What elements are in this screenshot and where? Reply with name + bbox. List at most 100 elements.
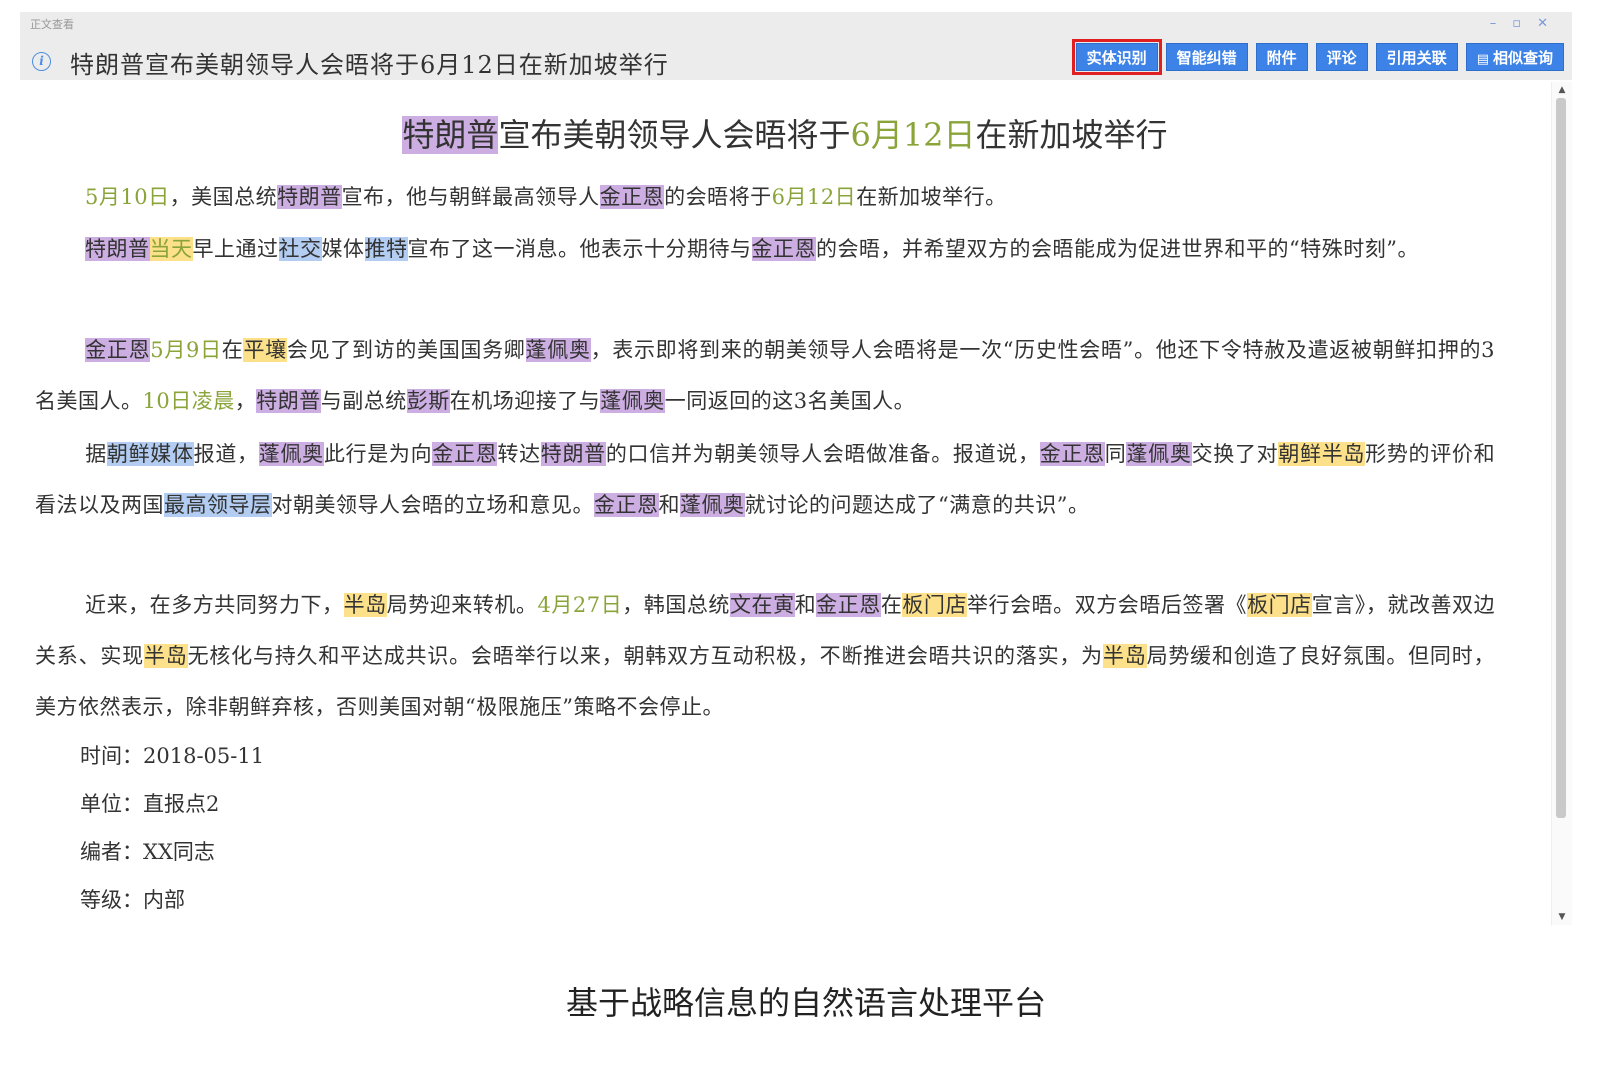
- entity-person[interactable]: 金正恩: [751, 237, 816, 261]
- article-title: 特朗普宣布美朝领导人会晤将于6月12日在新加坡举行: [20, 110, 1550, 156]
- smart-correction-button[interactable]: 智能纠错: [1165, 43, 1248, 71]
- entity-time[interactable]: 6月12日: [772, 185, 857, 209]
- entity-person[interactable]: 特朗普: [277, 185, 342, 209]
- text-segment: 在: [221, 338, 244, 362]
- entity-person[interactable]: 金正恩: [599, 185, 665, 209]
- entity-person[interactable]: 文在寅: [729, 593, 795, 617]
- entity-person[interactable]: 特朗普: [540, 442, 606, 466]
- text-segment: 此行是为向: [323, 442, 433, 466]
- citation-links-button[interactable]: 引用关联: [1375, 43, 1458, 71]
- figure-caption: 基于战略信息的自然语言处理平台: [565, 984, 1046, 1022]
- paragraph-5: 近来，在多方共同努力下，半岛局势迎来转机。4月27日，韩国总统文在寅和金正恩在板…: [35, 580, 1495, 733]
- title-bar: 正文查看 – ▫ ✕ i 特朗普宣布美朝领导人会晤将于6月12日在新加坡举行 实…: [20, 12, 1572, 80]
- meta-time: 时间：2018-05-11: [80, 744, 265, 768]
- text-segment: 在: [880, 593, 903, 617]
- text-segment: 据: [85, 442, 107, 466]
- text-segment: 宣布了这一消息。他表示十分期待与: [407, 237, 752, 261]
- scroll-up-icon[interactable]: ▲: [1556, 84, 1568, 96]
- entity-person[interactable]: 特朗普: [256, 389, 321, 413]
- paragraph-4: 据朝鲜媒体报道，蓬佩奥此行是为向金正恩转达特朗普的口信并为朝美领导人会晤做准备。…: [35, 429, 1495, 531]
- text-segment: 的会晤，并希望双方的会晤能成为促进世界和平的“特殊时刻”。: [816, 237, 1419, 261]
- window-controls: – ▫ ✕: [1490, 16, 1548, 32]
- text-segment: 的会晤将于: [664, 185, 772, 209]
- entity-person[interactable]: 蓬佩奥: [258, 442, 324, 466]
- entity-person[interactable]: 蓬佩奥: [680, 493, 745, 517]
- scrollbar-thumb[interactable]: [1556, 98, 1566, 818]
- entity-time[interactable]: 当天: [149, 237, 193, 261]
- meta-level: 等级：内部: [80, 888, 185, 912]
- text-segment: 宣布，他与朝鲜最高领导人: [341, 185, 600, 209]
- entity-location[interactable]: 板门店: [1247, 593, 1312, 617]
- entity-location[interactable]: 朝鲜半岛: [1278, 442, 1366, 466]
- entity-location[interactable]: 半岛: [143, 644, 188, 668]
- paragraph-3: 金正恩5月9日在平壤会见了到访的美国国务卿蓬佩奥，表示即将到来的朝美领导人会晤将…: [35, 325, 1495, 427]
- entity-time[interactable]: 10日凌晨: [143, 389, 235, 413]
- entity-person[interactable]: 金正恩: [432, 442, 498, 466]
- similar-search-button[interactable]: ▤ 相似查询: [1465, 43, 1564, 71]
- entity-time[interactable]: 6月12日: [850, 116, 975, 154]
- entity-org[interactable]: 最高领导层: [164, 493, 272, 517]
- entity-person[interactable]: 彭斯: [406, 389, 450, 413]
- text-segment: 报道，: [193, 442, 259, 466]
- entity-location[interactable]: 半岛: [1102, 644, 1147, 668]
- entity-time[interactable]: 4月27日: [537, 593, 622, 617]
- entity-person[interactable]: 蓬佩奥: [525, 338, 591, 362]
- text-segment: 和: [794, 593, 817, 617]
- text-segment: 会见了到访的美国国务卿: [286, 338, 526, 362]
- entity-location[interactable]: 半岛: [343, 593, 387, 617]
- text-segment: 在新加坡举行。: [856, 185, 1007, 209]
- text-segment: ，美国总统: [169, 185, 278, 209]
- document-icon: ▤: [1476, 52, 1489, 67]
- restore-icon[interactable]: ▫: [1512, 16, 1521, 32]
- attachments-button[interactable]: 附件: [1255, 43, 1308, 71]
- meta-editor: 编者：XX同志: [80, 840, 215, 864]
- text-segment: 和: [658, 493, 680, 517]
- entity-person[interactable]: 金正恩: [594, 493, 659, 517]
- text-segment: 在新加坡举行: [975, 116, 1168, 154]
- similar-search-label: 相似查询: [1492, 49, 1553, 67]
- text-segment: 的口信并为朝美领导人会晤做准备。报道说，: [605, 442, 1040, 466]
- comments-button[interactable]: 评论: [1315, 43, 1368, 71]
- text-segment: ，: [234, 389, 257, 413]
- close-icon[interactable]: ✕: [1537, 16, 1548, 32]
- text-segment: 同: [1104, 442, 1127, 466]
- text-segment: 早上通过: [192, 237, 279, 261]
- text-segment: 无核化与持久和平达成共识。会晤举行以来，朝韩双方互动积极，不断推进会晤共识的落实…: [187, 644, 1103, 668]
- text-segment: 近来，在多方共同努力下，: [85, 593, 344, 617]
- entity-person[interactable]: 特朗普: [402, 116, 499, 154]
- scroll-down-icon[interactable]: ▼: [1556, 911, 1568, 923]
- entity-location[interactable]: 平壤: [243, 338, 287, 362]
- entity-recognition-button[interactable]: 实体识别: [1071, 39, 1162, 75]
- entity-org[interactable]: 社交: [278, 237, 322, 261]
- entity-person[interactable]: 金正恩: [1039, 442, 1105, 466]
- paragraph-1: 5月10日，美国总统特朗普宣布，他与朝鲜最高领导人金正恩的会晤将于6月12日在新…: [35, 172, 1495, 223]
- text-segment: 在机场迎接了与: [449, 389, 601, 413]
- text-segment: 与副总统: [320, 389, 407, 413]
- entity-time[interactable]: 5月9日: [150, 338, 222, 362]
- entity-org[interactable]: 推特: [364, 237, 408, 261]
- text-segment: 转达: [497, 442, 541, 466]
- text-segment: ，韩国总统: [622, 593, 730, 617]
- entity-org[interactable]: 朝鲜媒体: [106, 442, 194, 466]
- text-segment: 对朝美领导人会晤的立场和意见。: [271, 493, 594, 517]
- app-name: 正文查看: [30, 18, 74, 31]
- text-segment: 局势迎来转机。: [386, 593, 538, 617]
- info-icon[interactable]: i: [32, 52, 51, 71]
- entity-person[interactable]: 蓬佩奥: [1126, 442, 1192, 466]
- entity-person[interactable]: 特朗普: [85, 237, 150, 261]
- text-segment: 媒体: [321, 237, 365, 261]
- minimize-icon[interactable]: –: [1490, 16, 1497, 32]
- vertical-scrollbar[interactable]: ▲ ▼: [1551, 82, 1572, 925]
- document-title: 特朗普宣布美朝领导人会晤将于6月12日在新加坡举行: [70, 51, 669, 79]
- text-segment: 宣布美朝领导人会晤将于: [498, 116, 851, 154]
- entity-person[interactable]: 金正恩: [816, 593, 881, 617]
- entity-person[interactable]: 蓬佩奥: [600, 389, 665, 413]
- document-viewer-window: 正文查看 – ▫ ✕ i 特朗普宣布美朝领导人会晤将于6月12日在新加坡举行 实…: [20, 12, 1572, 925]
- paragraph-2: 特朗普当天早上通过社交媒体推特宣布了这一消息。他表示十分期待与金正恩的会晤，并希…: [35, 224, 1495, 275]
- meta-unit: 单位：直报点2: [80, 792, 220, 816]
- document-content: 特朗普宣布美朝领导人会晤将于6月12日在新加坡举行 5月10日，美国总统特朗普宣…: [20, 80, 1550, 925]
- entity-time[interactable]: 5月10日: [85, 185, 170, 209]
- entity-person[interactable]: 金正恩: [85, 338, 151, 362]
- entity-location[interactable]: 板门店: [902, 593, 967, 617]
- text-segment: 交换了对: [1191, 442, 1279, 466]
